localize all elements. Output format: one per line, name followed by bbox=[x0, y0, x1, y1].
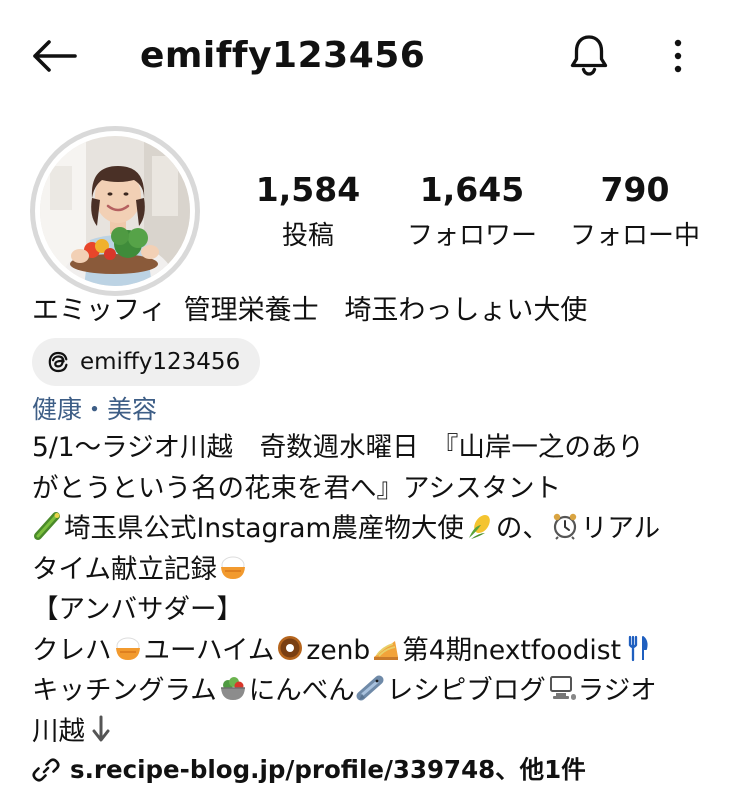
bio-line-2: がとうという名の花束を君へ』アシスタント bbox=[32, 472, 561, 504]
threads-badge[interactable]: emiffy123456 bbox=[32, 338, 261, 386]
bio-line-6-text-d: 第4期nextfoodist bbox=[402, 634, 621, 666]
corn-icon bbox=[468, 514, 490, 539]
rice-bowl-icon bbox=[220, 556, 245, 579]
bio-line-3-text-b: の、 bbox=[495, 513, 549, 544]
bio-line-4: タイム献立記録 bbox=[32, 550, 722, 591]
computer-icon bbox=[549, 676, 576, 700]
profile-bio: 5/1～ラジオ川越 奇数週水曜日 『山岸一之のあり がとうという名の花束を君へ』… bbox=[32, 428, 722, 752]
posts-count-label: 投稿 bbox=[281, 221, 334, 251]
profile-username: emiffy123456 bbox=[140, 35, 426, 76]
notifications-button[interactable] bbox=[562, 28, 616, 82]
bio-line-6-text-c: zenb bbox=[306, 634, 371, 666]
noodles-icon bbox=[374, 640, 399, 660]
following-count-label: フォロー中 bbox=[569, 221, 700, 251]
bio-line-3: 埼玉県公式Instagram農産物大使 の、 リアル bbox=[32, 509, 722, 550]
down-arrow-icon bbox=[92, 715, 110, 741]
bio-line-3-text-a: 埼玉県公式Instagram農産物大使 bbox=[64, 513, 464, 544]
bio-line-3-text-c: リアル bbox=[580, 513, 661, 544]
bio-line-1: 5/1～ラジオ川越 奇数週水曜日 『山岸一之のあり bbox=[32, 432, 644, 463]
link-icon bbox=[32, 758, 60, 782]
donut-icon bbox=[278, 635, 303, 660]
followers-count-label: フォロワー bbox=[406, 221, 537, 251]
bio-line-7-text-a: キッチングラム bbox=[32, 675, 217, 706]
bio-line-6-text-a: クレハ bbox=[32, 634, 112, 666]
bio-line-4-text: タイム献立記録 bbox=[32, 553, 217, 585]
cucumber-icon bbox=[34, 512, 60, 540]
posts-count-value: 1,584 bbox=[255, 170, 361, 209]
display-name: エミッフィ 管理栄養士 埼玉わっしょい大使 bbox=[32, 295, 588, 326]
profile-link-text: s.recipe-blog.jp/profile/339748、他1件 bbox=[70, 755, 586, 784]
alarm-clock-icon bbox=[553, 513, 577, 540]
more-options-button[interactable] bbox=[656, 30, 700, 82]
following-count-value: 790 bbox=[600, 170, 670, 209]
bio-line-6-text-b: ユーハイム bbox=[143, 634, 275, 666]
fish-icon bbox=[356, 675, 384, 701]
arrow-left-icon bbox=[33, 40, 77, 72]
posts-count[interactable]: 1,584 投稿 bbox=[248, 168, 368, 256]
bio-line-8-text: 川越 bbox=[32, 715, 85, 747]
profile-avatar[interactable] bbox=[30, 126, 200, 296]
bio-line-7: キッチングラム にんべん レシピブログ ラジオ bbox=[32, 671, 722, 712]
bio-line-7-text-b: にんべん bbox=[248, 675, 355, 706]
threads-handle: emiffy123456 bbox=[80, 349, 241, 375]
threads-icon bbox=[48, 351, 68, 373]
followers-count-value: 1,645 bbox=[419, 170, 525, 209]
bio-line-6: クレハ ユーハイム zenb 第4期nextfoodist bbox=[32, 631, 722, 672]
bio-line-7-text-c: レシピブログ bbox=[386, 675, 546, 706]
following-count[interactable]: 790 フォロー中 bbox=[560, 168, 710, 256]
profile-category: 健康・美容 bbox=[32, 395, 158, 424]
more-vertical-icon bbox=[674, 39, 682, 73]
rice-bowl-icon bbox=[115, 637, 140, 660]
fork-knife-icon bbox=[622, 633, 651, 662]
profile-photo bbox=[40, 136, 190, 286]
profile-link[interactable]: s.recipe-blog.jp/profile/339748、他1件 bbox=[32, 750, 586, 790]
salad-icon bbox=[220, 677, 245, 700]
back-button[interactable] bbox=[28, 30, 80, 82]
top-bar: emiffy123456 bbox=[0, 0, 740, 110]
followers-count[interactable]: 1,645 フォロワー bbox=[396, 168, 548, 256]
bell-icon bbox=[570, 35, 608, 76]
bio-line-8: 川越 bbox=[32, 712, 722, 753]
bio-line-7-text-d: ラジオ bbox=[577, 675, 657, 706]
bio-line-5: 【アンバサダー】 bbox=[32, 594, 243, 625]
